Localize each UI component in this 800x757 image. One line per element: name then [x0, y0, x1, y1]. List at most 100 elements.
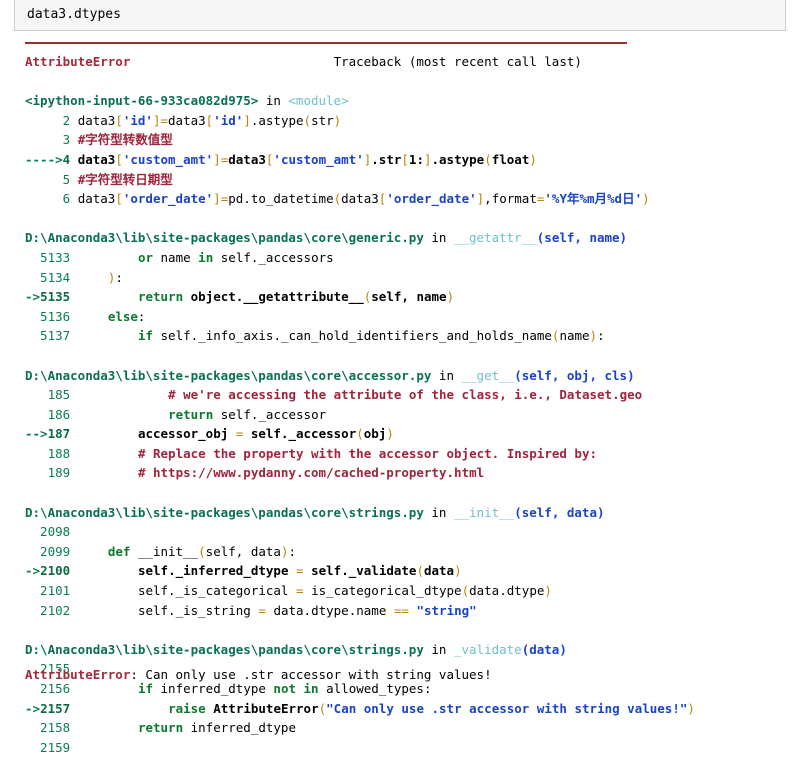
- traceback-source-line: 5133 or name in self._accessors: [0, 248, 800, 268]
- line-number: 5135: [40, 289, 71, 305]
- line-number: 2157: [40, 700, 71, 716]
- frame-gap: [0, 72, 800, 92]
- line-code: accessor_obj = self._accessor(obj): [137, 426, 394, 442]
- frame-in-word: in: [423, 230, 454, 246]
- current-line-arrow: ->: [25, 700, 41, 716]
- frame-gap: [0, 209, 800, 229]
- line-code: or name in self._accessors: [137, 249, 334, 265]
- traceback-source-line: 2101 self._is_categorical = is_categoric…: [0, 581, 800, 601]
- line-number: 2102: [25, 602, 71, 618]
- line-number: 185: [25, 387, 71, 403]
- traceback-source-line: 5134 ):: [0, 268, 800, 288]
- traceback-source-line: 186 return self._accessor: [0, 405, 800, 425]
- frame-function-name: __init__: [453, 504, 515, 520]
- traceback-source-line: 5 #字符型转日期型: [0, 170, 800, 190]
- line-code: data3['order_date']=pd.to_datetime(data3…: [77, 191, 650, 207]
- line-number: 2098: [25, 524, 71, 540]
- frame-function-name: <module>: [288, 93, 349, 109]
- traceback-label: Traceback (most recent call last): [333, 54, 582, 69]
- frame-function-args: (data): [521, 641, 567, 657]
- traceback-source-line: 5136 else:: [0, 307, 800, 327]
- frame-header: D:\Anaconda3\lib\site-packages\pandas\co…: [0, 228, 800, 248]
- traceback-source-line: 2098: [0, 522, 800, 542]
- frame-gap: [0, 346, 800, 366]
- line-number: 5: [25, 171, 71, 187]
- traceback-source-line: 5137 if self._info_axis._can_hold_identi…: [0, 326, 800, 346]
- traceback-frames: <ipython-input-66-933ca082d975> in <modu…: [0, 72, 800, 757]
- traceback-source-line: ->2157 raise AttributeError("Can only us…: [0, 699, 800, 719]
- line-number: 2101: [25, 583, 71, 599]
- frame-location: D:\Anaconda3\lib\site-packages\pandas\co…: [25, 504, 424, 520]
- traceback-source-line: 188 # Replace the property with the acce…: [0, 444, 800, 464]
- line-code: # https://www.pydanny.com/cached-propert…: [137, 465, 485, 481]
- line-code: return self._accessor: [168, 406, 327, 422]
- final-error-colon: :: [130, 667, 146, 682]
- line-code: raise AttributeError("Can only use .str …: [168, 700, 695, 716]
- traceback-output: AttributeError Traceback (most recent ca…: [0, 52, 800, 757]
- frame-function-args: (self, data): [514, 504, 605, 520]
- input-cell[interactable]: data3.dtypes: [14, 0, 786, 31]
- line-number: 2: [25, 112, 71, 128]
- frame-location: <ipython-input-66-933ca082d975>: [25, 93, 259, 109]
- traceback-source-line: 189 # https://www.pydanny.com/cached-pro…: [0, 463, 800, 483]
- line-code: else:: [107, 308, 146, 324]
- line-number: 187: [47, 426, 71, 442]
- line-number: 2099: [25, 543, 71, 559]
- frame-header: <ipython-input-66-933ca082d975> in <modu…: [0, 91, 800, 111]
- traceback-source-line: 2102 self._is_string = data.dtype.name =…: [0, 601, 800, 621]
- frame-location: D:\Anaconda3\lib\site-packages\pandas\co…: [25, 641, 424, 657]
- error-header-line: AttributeError Traceback (most recent ca…: [0, 52, 800, 72]
- line-code: def __init__(self, data):: [107, 543, 297, 559]
- line-code: # Replace the property with the accessor…: [137, 445, 598, 461]
- line-code: self._is_categorical = is_categorical_dt…: [137, 583, 552, 599]
- line-number: 5134: [25, 269, 71, 285]
- traceback-source-line: 2159: [0, 738, 800, 757]
- line-number: 5133: [25, 249, 71, 265]
- line-code: #字符型转数值型: [77, 132, 173, 148]
- current-line-arrow: ->: [25, 289, 41, 305]
- line-code: #字符型转日期型: [77, 171, 173, 187]
- frame-in-word: in: [258, 93, 289, 109]
- final-error-type: AttributeError: [25, 667, 131, 682]
- input-cell-code[interactable]: data3.dtypes: [27, 7, 121, 23]
- frame-header: D:\Anaconda3\lib\site-packages\pandas\co…: [0, 503, 800, 523]
- line-code: return inferred_dtype: [137, 720, 296, 736]
- line-number: 2159: [25, 739, 71, 755]
- current-line-arrow: ---->: [25, 151, 63, 167]
- error-type-label: AttributeError: [25, 54, 131, 69]
- traceback-separator-rule: [25, 42, 627, 44]
- line-number: 3: [25, 132, 71, 148]
- line-number: 186: [25, 406, 71, 422]
- traceback-source-line: 2099 def __init__(self, data):: [0, 542, 800, 562]
- traceback-source-line: ->5135 return object.__getattribute__(se…: [0, 287, 800, 307]
- final-error-line: AttributeError: Can only use .str access…: [25, 665, 492, 685]
- line-number: 188: [25, 445, 71, 461]
- line-number: 2158: [25, 720, 71, 736]
- frame-gap: [0, 483, 800, 503]
- traceback-source-line: ->2100 self._inferred_dtype = self._vali…: [0, 561, 800, 581]
- traceback-source-line: -->187 accessor_obj = self._accessor(obj…: [0, 424, 800, 444]
- frame-function-name: _validate: [453, 641, 522, 657]
- frame-in-word: in: [431, 367, 462, 383]
- frame-function-name: __get__: [461, 367, 515, 383]
- traceback-source-line: 6 data3['order_date']=pd.to_datetime(dat…: [0, 189, 800, 209]
- line-code: data3['id']=data3['id'].astype(str): [77, 112, 342, 128]
- line-code: # we're accessing the attribute of the c…: [168, 387, 643, 403]
- frame-function-args: (self, name): [536, 230, 628, 246]
